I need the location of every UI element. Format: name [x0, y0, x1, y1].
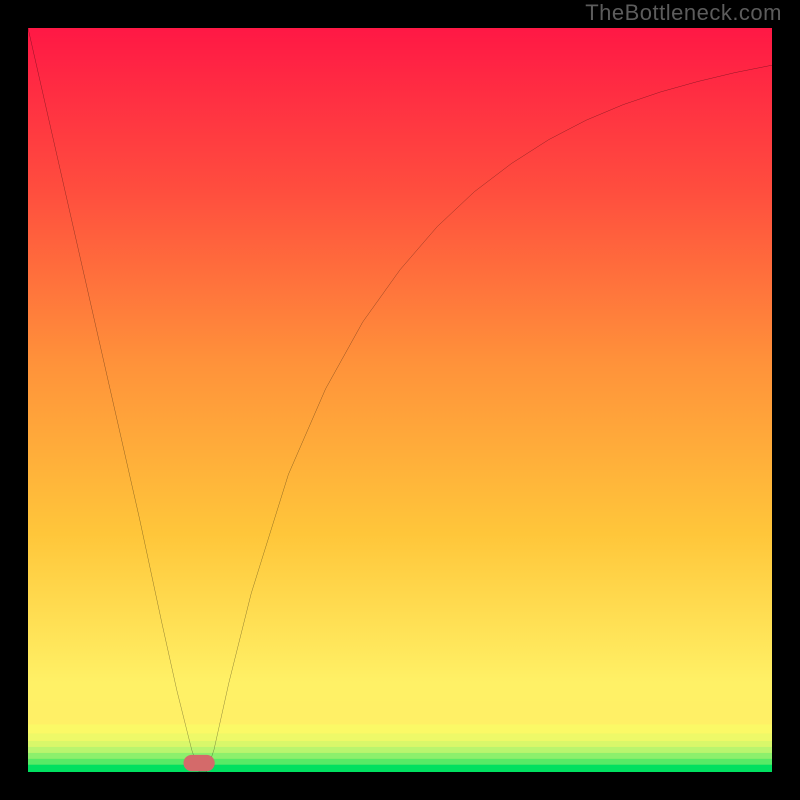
bottom-band — [28, 747, 772, 753]
watermark-text: TheBottleneck.com — [585, 0, 782, 26]
bottom-band — [28, 724, 772, 733]
bottom-band — [28, 733, 772, 740]
chart-svg — [28, 28, 772, 772]
bottom-band — [28, 759, 772, 765]
chart-frame: TheBottleneck.com — [0, 0, 800, 800]
gradient-background — [28, 28, 772, 772]
bottom-band — [28, 741, 772, 747]
bottom-band — [28, 753, 772, 759]
bottom-band — [28, 701, 772, 724]
target-marker — [183, 755, 214, 771]
bottom-band — [28, 765, 772, 772]
plot-area — [28, 28, 772, 772]
bottom-band-group — [28, 701, 772, 772]
